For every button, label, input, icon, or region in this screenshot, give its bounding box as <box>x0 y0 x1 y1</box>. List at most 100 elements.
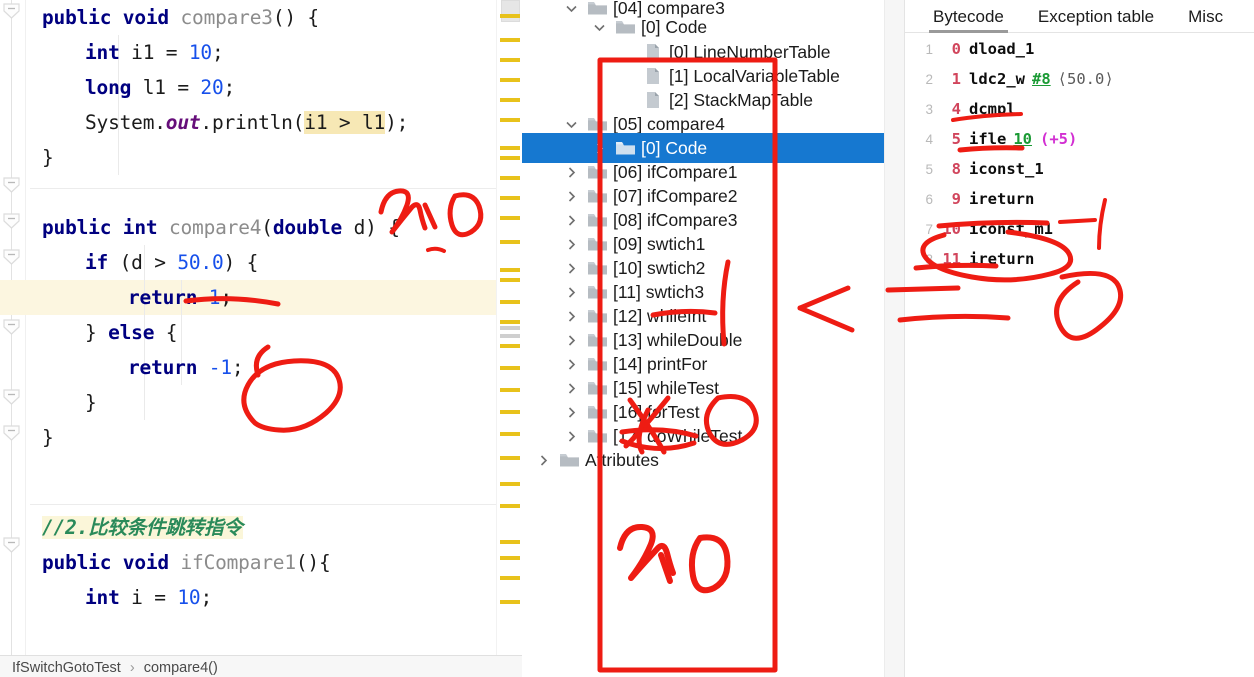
code-line[interactable]: } <box>42 140 54 175</box>
tab-exception-table[interactable]: Exception table <box>1032 0 1160 33</box>
scrollbar-marker-tick[interactable] <box>500 366 520 370</box>
bytecode-opcode[interactable]: ireturn <box>969 190 1034 208</box>
code-token: //2.比较条件跳转指令 <box>42 516 243 539</box>
code-line[interactable]: } <box>85 385 97 420</box>
scrollbar-marker-tick[interactable] <box>500 176 520 180</box>
bytecode-opcode[interactable]: dload_1 <box>969 40 1034 58</box>
scrollbar-marker-tick[interactable] <box>500 540 520 544</box>
fold-collapse-icon[interactable] <box>2 318 22 336</box>
breadcrumb[interactable]: IfSwitchGotoTest › compare4() <box>0 655 522 677</box>
bytecode-opcode[interactable]: iconst_1 <box>969 160 1044 178</box>
code-line[interactable]: return -1; <box>128 350 244 385</box>
code-line[interactable]: long l1 = 20; <box>85 70 235 105</box>
tree-row-label: [12] whileInt <box>613 305 707 326</box>
scrollbar-marker-tick[interactable] <box>500 146 520 150</box>
constant-pool-tree-pane[interactable]: [04] compare3 [0] Code [0] LineNumberTable… <box>522 0 884 677</box>
scrollbar-marker-tick[interactable] <box>500 278 520 282</box>
bytecode-instruction-row[interactable]: 1 0 dload_1 <box>905 34 1254 64</box>
bytecode-opcode[interactable]: dcmpl <box>969 100 1016 118</box>
scrollbar-marker-tick[interactable] <box>500 78 520 82</box>
bytecode-opcode[interactable]: ireturn <box>969 250 1034 268</box>
bytecode-constant-ref-link[interactable]: 10 <box>1013 130 1032 148</box>
fold-collapse-icon[interactable] <box>2 388 22 406</box>
bytecode-instruction-list[interactable]: 1 0 dload_1 2 1 ldc2_w #8 ⟨50.0⟩ 3 4 dcmpl 4 5 ifle 10… <box>905 34 1254 274</box>
scrollbar-marker-tick[interactable] <box>500 58 520 62</box>
scrollbar-marker-tick[interactable] <box>500 432 520 436</box>
pane-divider[interactable] <box>884 0 905 677</box>
fold-collapse-icon[interactable] <box>2 536 22 554</box>
tab-misc[interactable]: Misc <box>1182 0 1229 33</box>
scrollbar-marker-tick-gray[interactable] <box>500 334 520 338</box>
scrollbar-marker-tick[interactable] <box>500 118 520 122</box>
bytecode-instruction-row[interactable]: 6 9 ireturn <box>905 184 1254 214</box>
scrollbar-marker-tick[interactable] <box>500 456 520 460</box>
code-line[interactable]: public void ifCompare1(){ <box>42 545 331 580</box>
code-line[interactable]: } else { <box>85 315 178 350</box>
scrollbar-marker-tick[interactable] <box>500 482 520 486</box>
scrollbar-marker-tick[interactable] <box>500 268 520 272</box>
scrollbar-marker-tick[interactable] <box>500 216 520 220</box>
bytecode-instruction-row[interactable]: 3 4 dcmpl <box>905 94 1254 124</box>
bytecode-opcode[interactable]: ifle <box>969 130 1006 148</box>
scrollbar-marker-tick[interactable] <box>500 196 520 200</box>
bytecode-opcode[interactable]: iconst_m1 <box>969 220 1053 238</box>
scrollbar-marker-tick[interactable] <box>500 320 520 324</box>
code-token: void <box>122 6 181 29</box>
bytecode-instruction-row[interactable]: 8 11 ireturn <box>905 244 1254 274</box>
tree-row[interactable]: Attributes <box>522 445 884 475</box>
code-line[interactable]: int i1 = 10; <box>85 35 224 70</box>
bytecode-pane[interactable]: Bytecode Exception table Misc 1 0 dload_1 2 1 l… <box>905 0 1254 677</box>
bytecode-constant-ref-link[interactable]: #8 <box>1032 70 1051 88</box>
scrollbar-marker-tick[interactable] <box>500 556 520 560</box>
scrollbar-marker-tick[interactable] <box>500 344 520 348</box>
code-line[interactable]: } <box>42 420 54 455</box>
code-text-area[interactable]: public void compare3() {int i1 = 10; long… <box>0 0 496 655</box>
tab-bytecode[interactable]: Bytecode <box>927 0 1010 33</box>
bytecode-instruction-row[interactable]: 4 5 ifle 10 (+5) <box>905 124 1254 154</box>
code-line[interactable]: if (d > 50.0) { <box>85 245 258 280</box>
bytecode-tab-bar[interactable]: Bytecode Exception table Misc <box>905 0 1254 33</box>
scrollbar-marker-tick[interactable] <box>500 410 520 414</box>
code-token: 50.0 <box>177 251 224 274</box>
code-line[interactable]: System.out.println(i1 > l1); <box>85 105 408 140</box>
folder-icon <box>612 140 638 156</box>
chevron-right-icon[interactable] <box>530 445 556 475</box>
scrollbar-marker-tick[interactable] <box>500 14 520 18</box>
fold-collapse-icon[interactable] <box>2 2 22 20</box>
bytecode-instruction-row[interactable]: 2 1 ldc2_w #8 ⟨50.0⟩ <box>905 64 1254 94</box>
editor-gutter[interactable] <box>0 0 26 655</box>
scrollbar-marker-tick[interactable] <box>500 504 520 508</box>
scrollbar-thumb[interactable] <box>501 0 520 22</box>
code-line[interactable]: public int compare4(double d) { <box>42 210 400 245</box>
editor-marker-scrollbar[interactable] <box>496 0 522 655</box>
code-token: 10 <box>188 41 212 64</box>
code-token: (){ <box>295 551 331 574</box>
code-line[interactable]: //2.比较条件跳转指令 <box>42 510 243 545</box>
scrollbar-marker-tick[interactable] <box>500 576 520 580</box>
code-token: ) { <box>223 251 259 274</box>
scrollbar-marker-tick[interactable] <box>500 600 520 604</box>
code-line[interactable]: int i = 10; <box>85 580 212 615</box>
fold-collapse-icon[interactable] <box>2 424 22 442</box>
folder-icon <box>584 404 610 420</box>
bytecode-instruction-row[interactable]: 5 8 iconst_1 <box>905 154 1254 184</box>
code-line[interactable]: public void compare3() { <box>42 0 319 35</box>
scrollbar-marker-tick[interactable] <box>500 98 520 102</box>
fold-collapse-icon[interactable] <box>2 212 22 230</box>
tree-row-label: [16] forTest <box>613 401 700 422</box>
bytecode-opcode[interactable]: ldc2_w <box>969 70 1025 88</box>
fold-collapse-icon[interactable] <box>2 248 22 266</box>
code-token: d <box>353 216 366 239</box>
bytecode-instruction-row[interactable]: 7 10 iconst_m1 <box>905 214 1254 244</box>
scrollbar-marker-tick[interactable] <box>500 300 520 304</box>
fold-collapse-icon[interactable] <box>2 176 22 194</box>
scrollbar-marker-tick[interactable] <box>500 38 520 42</box>
breadcrumb-leaf[interactable]: compare4() <box>144 660 218 676</box>
breadcrumb-root[interactable]: IfSwitchGotoTest <box>12 660 121 676</box>
scrollbar-marker-tick[interactable] <box>500 388 520 392</box>
code-editor-pane[interactable]: public void compare3() {int i1 = 10; long… <box>0 0 522 655</box>
code-line[interactable]: return 1; <box>128 280 232 315</box>
scrollbar-marker-tick[interactable] <box>500 240 520 244</box>
scrollbar-marker-tick[interactable] <box>500 156 520 160</box>
scrollbar-marker-tick-gray[interactable] <box>500 326 520 330</box>
